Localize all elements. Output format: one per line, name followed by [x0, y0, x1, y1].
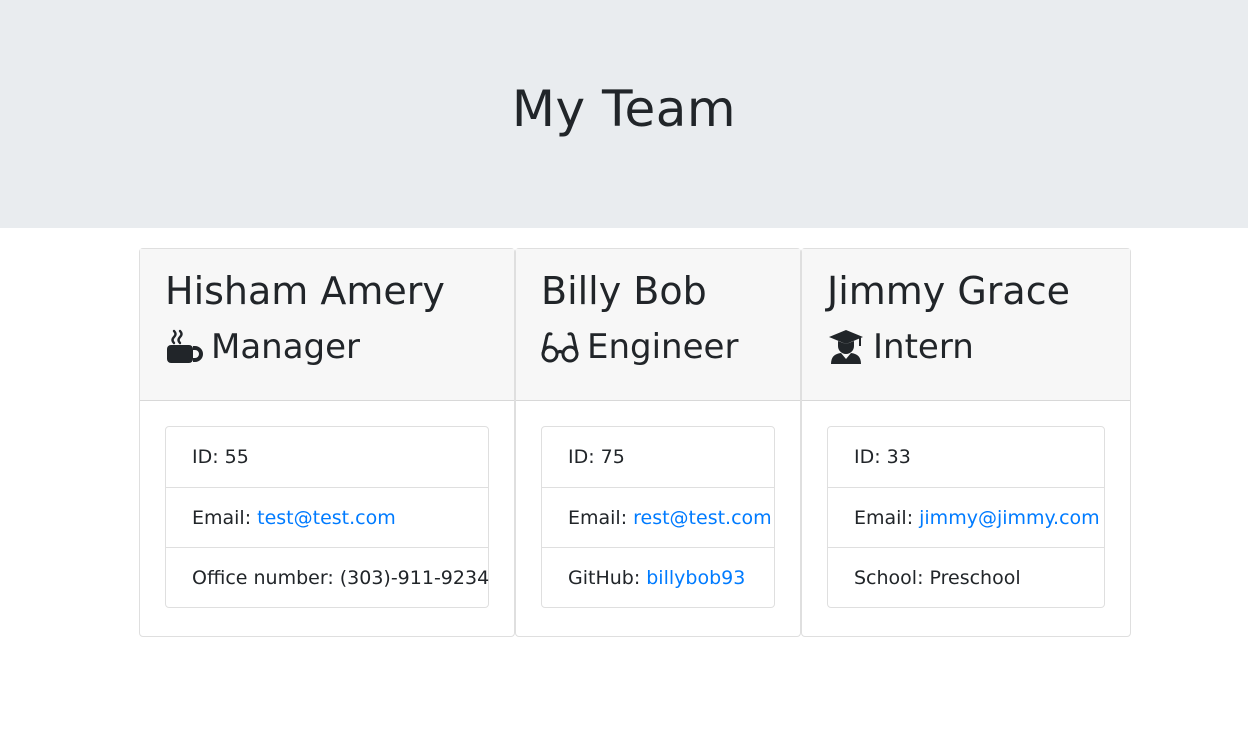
email-link[interactable]: rest@test.com [633, 507, 772, 529]
employee-name: Hisham Amery [165, 269, 445, 313]
id-label: ID: [192, 446, 219, 468]
id-value: 55 [224, 446, 249, 468]
email-item: Email: jimmy@jimmy.com [828, 487, 1104, 547]
email-label: Email: [568, 506, 628, 529]
id-item: ID: 55 [166, 427, 488, 487]
id-value: 75 [600, 446, 625, 468]
school-label: School: [854, 566, 924, 589]
page-title: My Team [511, 80, 737, 138]
office-number-item: Office number: (303)-911-9234 [166, 547, 490, 607]
employee-details: ID: 55 Email: test@test.com Office numbe… [165, 426, 489, 608]
role-label: Intern [873, 327, 974, 367]
card-header: Jimmy Grace Intern [802, 249, 1130, 401]
github-label: GitHub: [568, 566, 641, 589]
employee-name: Jimmy Grace [827, 269, 1070, 313]
employee-role: Manager [165, 325, 489, 369]
glasses-icon [541, 328, 579, 366]
role-label: Manager [211, 327, 361, 367]
id-label: ID: [568, 446, 595, 468]
employee-card-engineer: Billy Bob Engineer ID: 75 Email: rest@te… [515, 248, 801, 637]
employee-name: Billy Bob [541, 269, 707, 313]
team-cards: Hisham Amery Manager ID: 55 Email: test@… [139, 248, 1131, 637]
id-item: ID: 75 [542, 427, 774, 487]
employee-details: ID: 75 Email: rest@test.com GitHub: bill… [541, 426, 775, 608]
card-body: ID: 75 Email: rest@test.com GitHub: bill… [516, 401, 800, 633]
email-label: Email: [192, 506, 252, 529]
employee-role: Engineer [541, 325, 775, 369]
email-link[interactable]: test@test.com [257, 507, 396, 529]
id-label: ID: [854, 446, 881, 468]
email-item: Email: test@test.com [166, 487, 488, 547]
school-value: Preschool [929, 566, 1021, 589]
github-item: GitHub: billybob93 [542, 547, 774, 607]
school-item: School: Preschool [828, 547, 1104, 607]
card-body: ID: 33 Email: jimmy@jimmy.com School: Pr… [802, 401, 1130, 633]
email-label: Email: [854, 506, 914, 529]
coffee-mug-icon [165, 328, 203, 366]
graduate-icon [827, 328, 865, 366]
page-header: My Team [0, 0, 1248, 228]
office-number-label: Office number: [192, 566, 334, 589]
email-item: Email: rest@test.com [542, 487, 774, 547]
card-body: ID: 55 Email: test@test.com Office numbe… [140, 401, 514, 633]
employee-card-manager: Hisham Amery Manager ID: 55 Email: test@… [139, 248, 515, 637]
employee-details: ID: 33 Email: jimmy@jimmy.com School: Pr… [827, 426, 1105, 608]
card-header: Hisham Amery Manager [140, 249, 514, 401]
email-link[interactable]: jimmy@jimmy.com [919, 507, 1100, 529]
card-header: Billy Bob Engineer [516, 249, 800, 401]
office-number-value: (303)-911-9234 [339, 566, 490, 589]
employee-card-intern: Jimmy Grace Intern ID: 33 Email: jimmy@j… [801, 248, 1131, 637]
github-link[interactable]: billybob93 [646, 567, 745, 589]
id-item: ID: 33 [828, 427, 1104, 487]
employee-role: Intern [827, 325, 1105, 369]
id-value: 33 [886, 446, 911, 468]
role-label: Engineer [587, 327, 739, 367]
